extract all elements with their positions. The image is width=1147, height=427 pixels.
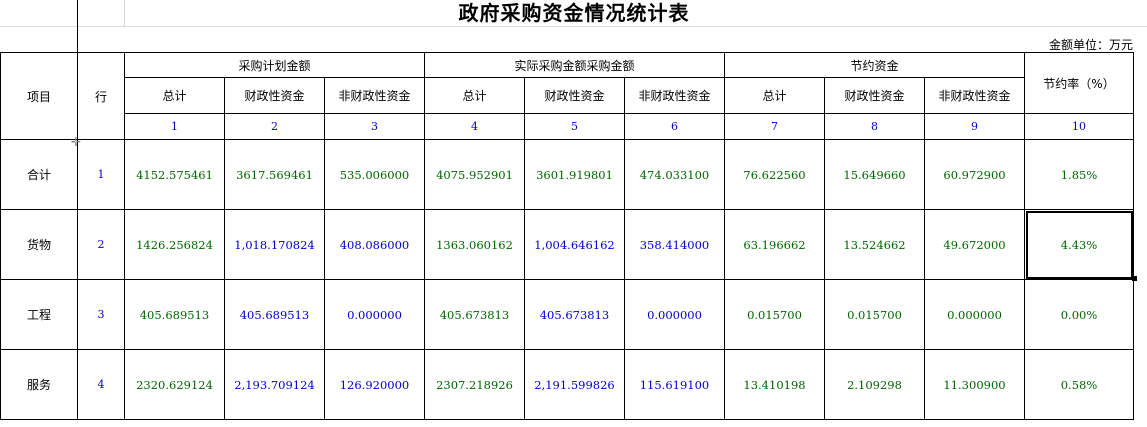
data-cell[interactable]: 15.649660 [824, 139, 925, 210]
data-cell[interactable]: 358.414000 [624, 209, 725, 280]
row-line-cell[interactable]: 2 [77, 209, 125, 280]
header-actual-amount[interactable]: 实际采购金额采购金额 [424, 52, 725, 78]
data-cell[interactable]: 2307.218926 [424, 349, 525, 420]
rate-cell[interactable]: 0.00% [1024, 279, 1134, 350]
data-cell[interactable]: 115.619100 [624, 349, 725, 420]
row-line-cell[interactable]: 3 [77, 279, 125, 350]
gridline [0, 26, 1147, 27]
column-number-cell[interactable]: 1 [124, 113, 225, 140]
column-number-cell[interactable]: 3 [324, 113, 425, 140]
row-name-cell[interactable]: 货物 [0, 209, 78, 280]
header-row[interactable]: 行 [77, 52, 125, 140]
rate-cell[interactable]: 1.85% [1024, 139, 1134, 210]
data-cell[interactable]: 3601.919801 [524, 139, 625, 210]
data-cell[interactable]: 2320.629124 [124, 349, 225, 420]
subheader-cell[interactable]: 总计 [424, 77, 525, 114]
column-number-cell[interactable]: 10 [1024, 113, 1134, 140]
data-cell[interactable]: 0.015700 [824, 279, 925, 350]
data-cell[interactable]: 0.000000 [924, 279, 1025, 350]
data-cell[interactable]: 76.622560 [724, 139, 825, 210]
data-cell[interactable]: 405.689513 [224, 279, 325, 350]
data-cell[interactable]: 126.920000 [324, 349, 425, 420]
data-cell[interactable]: 2,191.599826 [524, 349, 625, 420]
subheader-cell[interactable]: 总计 [724, 77, 825, 114]
column-number-cell[interactable]: 6 [624, 113, 725, 140]
data-cell[interactable]: 535.006000 [324, 139, 425, 210]
data-cell[interactable]: 408.086000 [324, 209, 425, 280]
data-cell[interactable]: 1426.256824 [124, 209, 225, 280]
data-cell[interactable]: 0.015700 [724, 279, 825, 350]
subheader-cell[interactable]: 财政性资金 [224, 77, 325, 114]
rate-cell[interactable]: 0.58% [1024, 349, 1134, 420]
fill-handle[interactable] [1132, 276, 1137, 281]
subheader-cell[interactable]: 非财政性资金 [624, 77, 725, 114]
row-line-cell[interactable]: 4 [77, 349, 125, 420]
row-line-cell[interactable]: 1 [77, 139, 125, 210]
column-number-cell[interactable]: 5 [524, 113, 625, 140]
data-cell[interactable]: 0.000000 [324, 279, 425, 350]
data-cell[interactable]: 2,193.709124 [224, 349, 325, 420]
subheader-cell[interactable]: 财政性资金 [524, 77, 625, 114]
data-cell[interactable]: 1,004.646162 [524, 209, 625, 280]
row-name-cell[interactable]: 合计 [0, 139, 78, 210]
data-cell[interactable]: 3617.569461 [224, 139, 325, 210]
data-cell[interactable]: 4075.952901 [424, 139, 525, 210]
data-cell[interactable]: 1363.060162 [424, 209, 525, 280]
data-cell[interactable]: 49.672000 [924, 209, 1025, 280]
spreadsheet: 政府采购资金情况统计表 金额单位：万元 项目 行 采购计划金额 实际采购金额采购… [0, 0, 1147, 427]
column-number-cell[interactable]: 9 [924, 113, 1025, 140]
subheader-cell[interactable]: 总计 [124, 77, 225, 114]
unit-label[interactable]: 金额单位：万元 [1049, 36, 1133, 53]
data-cell[interactable]: 405.673813 [524, 279, 625, 350]
header-item[interactable]: 项目 [0, 52, 78, 140]
header-plan-amount[interactable]: 采购计划金额 [124, 52, 425, 78]
data-cell[interactable]: 405.689513 [124, 279, 225, 350]
column-number-cell[interactable]: 8 [824, 113, 925, 140]
column-divider [77, 0, 78, 52]
data-cell[interactable]: 13.410198 [724, 349, 825, 420]
data-cell[interactable]: 11.300900 [924, 349, 1025, 420]
row-name-cell[interactable]: 服务 [0, 349, 78, 420]
data-cell[interactable]: 474.033100 [624, 139, 725, 210]
subheader-cell[interactable]: 非财政性资金 [924, 77, 1025, 114]
data-cell[interactable]: 63.196662 [724, 209, 825, 280]
column-number-cell[interactable]: 2 [224, 113, 325, 140]
sheet-title[interactable]: 政府采购资金情况统计表 [124, 0, 1024, 26]
data-cell[interactable]: 4152.575461 [124, 139, 225, 210]
stats-table: 项目 行 采购计划金额 实际采购金额采购金额 节约资金 节约率（%） 总计 财政… [0, 52, 1134, 420]
data-cell[interactable]: 0.000000 [624, 279, 725, 350]
table-row: 工程 3 405.689513 405.689513 0.000000 405.… [0, 279, 1134, 350]
table-row: 服务 4 2320.629124 2,193.709124 126.920000… [0, 349, 1134, 420]
column-divider [124, 0, 125, 26]
row-name-cell[interactable]: 工程 [0, 279, 78, 350]
column-number-cell[interactable]: 4 [424, 113, 525, 140]
data-cell[interactable]: 1,018.170824 [224, 209, 325, 280]
table-row: 货物 2 1426.256824 1,018.170824 408.086000… [0, 209, 1134, 280]
data-cell[interactable]: 13.524662 [824, 209, 925, 280]
subheader-cell[interactable]: 非财政性资金 [324, 77, 425, 114]
rate-cell-selected[interactable]: 4.43% [1024, 209, 1134, 280]
subheader-cell[interactable]: 财政性资金 [824, 77, 925, 114]
data-cell[interactable]: 2.109298 [824, 349, 925, 420]
table-row: 合计 1 4152.575461 3617.569461 535.006000 … [0, 139, 1134, 210]
data-cell[interactable]: 60.972900 [924, 139, 1025, 210]
column-number-cell[interactable]: 7 [724, 113, 825, 140]
data-cell[interactable]: 405.673813 [424, 279, 525, 350]
header-savings[interactable]: 节约资金 [724, 52, 1025, 78]
cell-cursor-icon: ✛ [71, 135, 82, 149]
header-savings-rate[interactable]: 节约率（%） [1024, 52, 1134, 114]
